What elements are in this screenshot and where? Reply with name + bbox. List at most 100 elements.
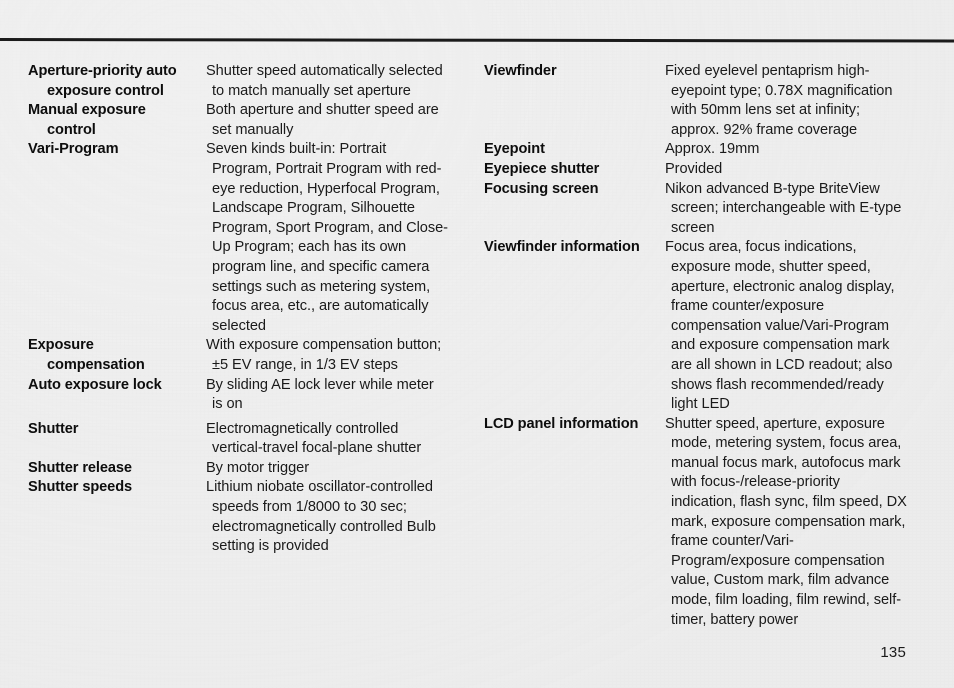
- line-first: Manual exposure: [28, 102, 146, 119]
- line-first: Eyepiece shutter: [484, 160, 600, 177]
- line-continuation: mark, exposure compensation mark,: [671, 513, 906, 530]
- line-continuation: vertical-travel focal-plane shutter: [212, 440, 422, 457]
- line-continuation: Landscape Program, Silhouette: [212, 200, 415, 217]
- spec-row: Shutter release By motor trigger: [28, 459, 470, 479]
- document-page: Aperture-priority auto exposure control Sh…: [0, 0, 954, 688]
- line-continuation: program line, and specific camera: [212, 258, 430, 275]
- spec-description: By motor trigger: [206, 459, 470, 479]
- line-first: Viewfinder: [484, 63, 557, 79]
- left-column-rows: Aperture-priority auto exposure control Sh…: [28, 62, 470, 557]
- line-continuation: compensation: [47, 356, 145, 373]
- line-continuation: mode, metering system, focus area,: [671, 435, 902, 452]
- line-first: Lithium niobate oscillator-controlled: [206, 479, 433, 496]
- line-first: Focusing screen: [484, 180, 599, 197]
- spec-row: Shutter Electromagnetically controlled ver…: [28, 420, 470, 459]
- line-first: Approx. 19mm: [665, 141, 760, 158]
- right-column-rows: Viewfinder Fixed eyelevel pentaprism high…: [484, 62, 954, 630]
- spec-term: Shutter release: [28, 459, 206, 479]
- line-first: Shutter speed automatically selected: [206, 63, 443, 79]
- line-first: LCD panel information: [484, 415, 639, 432]
- line-first: Eyepoint: [484, 141, 545, 158]
- line-first: Shutter speed, aperture, exposure: [665, 415, 885, 432]
- line-continuation: Program, Sport Program, and Close-: [212, 219, 448, 236]
- spec-term: Manual exposure control: [28, 101, 206, 140]
- spec-row: Eyepiece shutter Provided: [484, 160, 954, 180]
- spec-description: Electromagnetically controlled vertical-t…: [206, 420, 470, 459]
- spec-row: Shutter speeds Lithium niobate oscillator…: [28, 478, 470, 556]
- spec-row: Focusing screen Nikon advanced B-type Bri…: [484, 180, 954, 239]
- line-continuation: frame counter/exposure: [671, 298, 825, 315]
- line-continuation: speeds from 1/8000 to 30 sec;: [212, 499, 407, 516]
- spec-description: Both aperture and shutter speed are set m…: [206, 101, 470, 140]
- line-first: Shutter: [28, 420, 79, 437]
- line-continuation: selected: [212, 317, 266, 334]
- line-continuation: light LED: [671, 396, 730, 413]
- spec-description: Shutter speed, aperture, exposure mode, m…: [665, 415, 954, 631]
- line-continuation: Program/exposure compensation: [671, 552, 885, 569]
- line-continuation: control: [47, 121, 96, 138]
- specifications-columns: Aperture-priority auto exposure control Sh…: [0, 62, 954, 630]
- line-continuation: electromagnetically controlled Bulb: [212, 518, 436, 535]
- line-continuation: focus area, etc., are automatically: [212, 298, 429, 315]
- line-continuation: eyepoint type; 0.78X magnification: [671, 82, 893, 99]
- line-continuation: setting is provided: [212, 538, 329, 555]
- line-first: By motor trigger: [206, 459, 310, 476]
- line-continuation: compensation value/Vari-Program: [671, 317, 889, 334]
- spec-description: Approx. 19mm: [665, 140, 954, 160]
- line-first: Auto exposure lock: [28, 376, 162, 393]
- spec-row: LCD panel information Shutter speed, aper…: [484, 415, 954, 631]
- spec-term: Eyepiece shutter: [484, 160, 665, 180]
- line-continuation: mode, film loading, film rewind, self-: [671, 592, 902, 609]
- spec-row: Viewfinder information Focus area, focus …: [484, 238, 954, 414]
- line-continuation: frame counter/Vari-: [671, 533, 794, 550]
- line-continuation: approx. 92% frame coverage: [671, 121, 858, 138]
- spec-term: Exposure compensation: [28, 336, 206, 375]
- spec-row: Eyepoint Approx. 19mm: [484, 140, 954, 160]
- spec-description: Fixed eyelevel pentaprism high-eyepoint …: [665, 62, 954, 140]
- line-continuation: timer, battery power: [671, 611, 799, 628]
- spec-row: Manual exposure control Both aperture and …: [28, 101, 470, 140]
- line-continuation: indication, flash sync, film speed, DX: [671, 494, 907, 511]
- spec-term: Shutter: [28, 420, 206, 440]
- spec-row: Aperture-priority auto exposure control Sh…: [28, 62, 470, 101]
- line-continuation: eye reduction, Hyperfocal Program,: [212, 180, 440, 197]
- line-first: Electromagnetically controlled: [206, 420, 399, 437]
- spec-description: Shutter speed automatically selected to m…: [206, 62, 470, 101]
- line-first: Vari-Program: [28, 141, 119, 158]
- line-continuation: with focus-/release-priority: [671, 474, 840, 491]
- line-continuation: exposure mode, shutter speed,: [671, 258, 871, 275]
- spec-term: Auto exposure lock: [28, 376, 206, 396]
- spec-description: Seven kinds built-in: Portrait Program, P…: [206, 140, 470, 336]
- spec-description: Focus area, focus indications, exposure m…: [665, 238, 954, 414]
- page-number: 135: [880, 644, 906, 661]
- spec-description: Provided: [665, 160, 954, 180]
- line-continuation: settings such as metering system,: [212, 278, 431, 295]
- line-continuation: value, Custom mark, film advance: [671, 572, 890, 589]
- spec-term: Viewfinder information: [484, 238, 665, 258]
- spec-row: Vari-Program Seven kinds built-in: Portra…: [28, 140, 470, 336]
- line-first: Shutter speeds: [28, 479, 133, 496]
- line-first: Shutter release: [28, 459, 132, 476]
- line-continuation: exposure control: [47, 82, 164, 99]
- line-continuation: Program, Portrait Program with red-: [212, 160, 442, 177]
- line-first: Exposure: [28, 337, 94, 354]
- line-first: Both aperture and shutter speed are: [206, 102, 439, 119]
- line-first: Nikon advanced B-type BriteView: [665, 180, 880, 197]
- line-continuation: and exposure compensation mark: [671, 337, 890, 354]
- line-continuation: screen; interchangeable with E-type: [671, 200, 902, 217]
- line-continuation: are all shown in LCD readout; also: [671, 356, 893, 373]
- spec-description: Lithium niobate oscillator-controlled spe…: [206, 478, 470, 556]
- spec-term: Vari-Program: [28, 140, 206, 160]
- line-continuation: ±5 EV range, in 1/3 EV steps: [212, 356, 398, 373]
- spec-term: Viewfinder: [484, 62, 665, 82]
- line-continuation: is on: [212, 396, 243, 413]
- line-first: Focus area, focus indications,: [665, 239, 857, 256]
- line-first: With exposure compensation button;: [206, 337, 442, 354]
- line-continuation: Up Program; each has its own: [212, 239, 407, 256]
- spec-term: Eyepoint: [484, 140, 665, 160]
- spec-description: Nikon advanced B-type BriteView screen; i…: [665, 180, 954, 239]
- line-continuation: screen: [671, 219, 715, 236]
- spec-term: Shutter speeds: [28, 478, 206, 498]
- line-first: By sliding AE lock lever while meter: [206, 376, 434, 393]
- line-continuation: shows flash recommended/ready: [671, 376, 884, 393]
